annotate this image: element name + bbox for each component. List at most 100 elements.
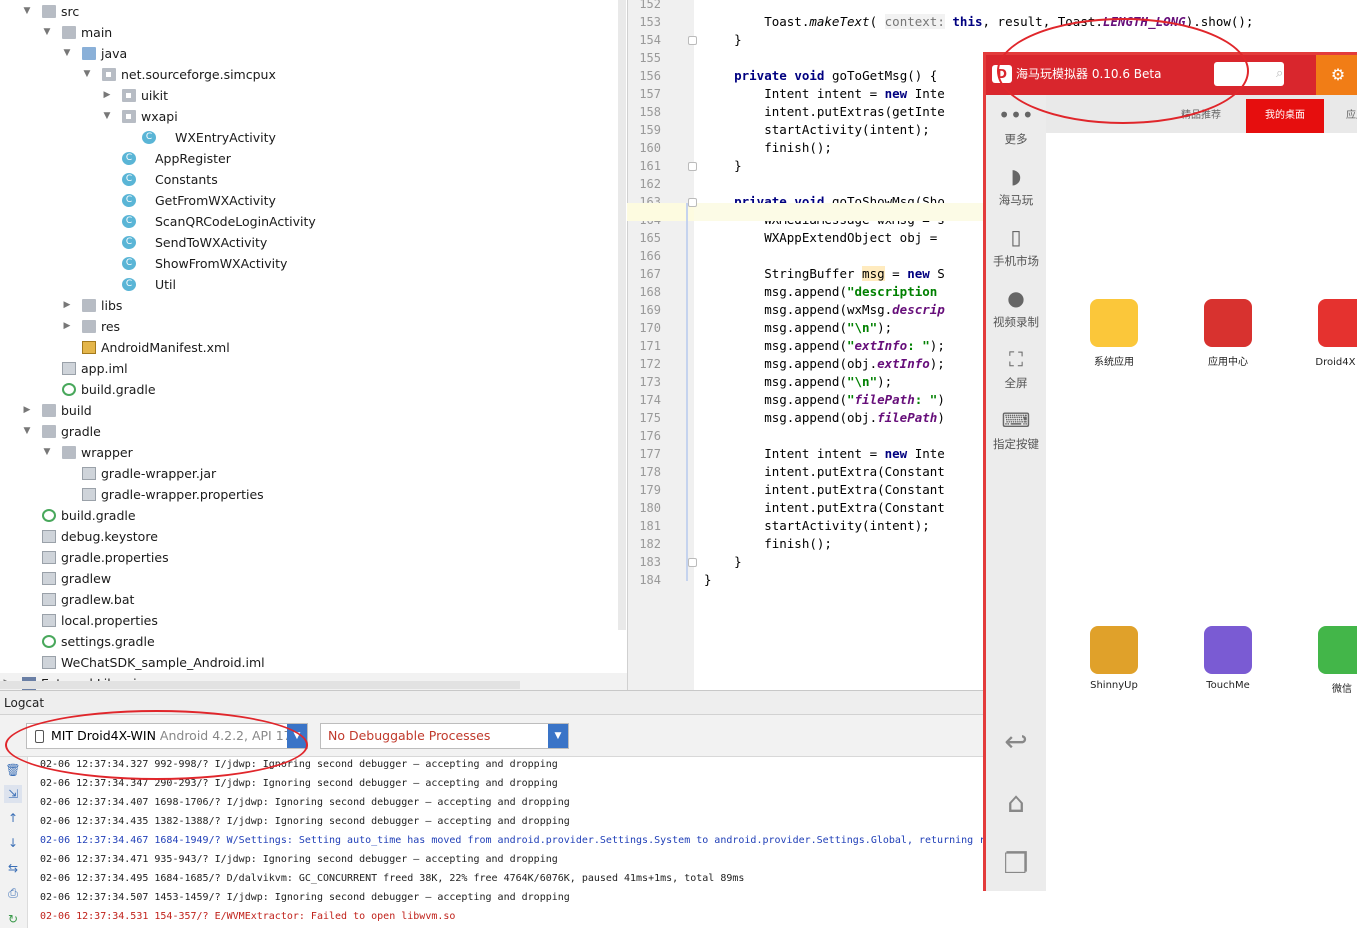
tree-item[interactable]: gradlew [0,568,627,589]
tree-item[interactable]: C SendToWXActivity [0,232,627,253]
chevron-down-icon[interactable]: ▼ [548,724,568,748]
fold-marker-icon[interactable] [688,558,697,567]
desktop-app[interactable]: 微信 [1302,626,1357,695]
chevron-down-icon[interactable]: ▼ [82,64,92,85]
code-line[interactable]: startActivity(intent); [704,517,930,535]
arrow-up-icon[interactable]: ↑ [4,809,22,827]
tree-item[interactable]: C ScanQRCodeLoginActivity [0,211,627,232]
code-line[interactable]: finish(); [704,139,832,157]
tree-item[interactable]: ▶ res [0,316,627,337]
search-icon[interactable]: ⌕ [1276,66,1283,81]
code-line[interactable]: intent.putExtra(Constant [704,481,945,499]
tree-item[interactable]: app.iml [0,358,627,379]
tree-item[interactable]: C Util [0,274,627,295]
emulator-tab[interactable]: 应用 [1336,99,1357,133]
chevron-down-icon[interactable]: ▼ [22,421,32,442]
tree-vertical-scrollbar[interactable] [618,0,626,630]
code-line[interactable]: msg.append(obj.extInfo); [704,355,945,373]
tree-item[interactable]: C WXEntryActivity [0,127,627,148]
tree-item[interactable]: gradlew.bat [0,589,627,610]
code-line[interactable]: Intent intent = new Inte [704,445,945,463]
chevron-down-icon[interactable]: ▼ [42,22,52,43]
tree-item[interactable]: WeChatSDK_sample_Android.iml [0,652,627,673]
soft-wrap-icon[interactable]: ⇆ [4,859,22,877]
tree-item[interactable]: C Constants [0,169,627,190]
tree-item[interactable]: C ShowFromWXActivity [0,253,627,274]
fold-marker-icon[interactable] [688,162,697,171]
arrow-down-icon[interactable]: ↓ [4,834,22,852]
tree-item[interactable]: gradle-wrapper.jar [0,463,627,484]
gear-icon[interactable]: ⚙ [1316,55,1357,95]
code-line[interactable]: WXAppExtendObject obj = [704,229,937,247]
emulator-side-button[interactable]: ▯ 手机市场 [986,225,1046,269]
code-line[interactable]: } [704,157,742,175]
code-line[interactable]: StringBuffer msg = new S [704,265,945,283]
code-line[interactable]: } [704,553,742,571]
tree-item[interactable]: build.gradle [0,505,627,526]
tree-item[interactable]: ▼ java [0,43,627,64]
chevron-down-icon[interactable]: ▼ [22,1,32,22]
tree-item[interactable]: gradle-wrapper.properties [0,484,627,505]
desktop-app[interactable]: ShinnyUp [1074,626,1154,691]
tree-item[interactable]: ▼ net.sourceforge.simcpux [0,64,627,85]
code-line[interactable]: } [704,31,742,49]
code-line[interactable]: } [704,571,712,589]
desktop-app[interactable]: 应用中心 [1188,299,1268,368]
code-line[interactable]: private void goToGetMsg() { [704,67,937,85]
restart-icon[interactable]: ↻ [4,910,22,928]
code-line[interactable]: finish(); [704,535,832,553]
tree-item[interactable]: C AppRegister [0,148,627,169]
tree-item[interactable]: ▼ gradle [0,421,627,442]
tree-item[interactable]: gradle.properties [0,547,627,568]
recent-apps-icon[interactable]: ❐ [986,847,1046,880]
tree-item[interactable]: ▼ main [0,22,627,43]
code-line[interactable]: startActivity(intent); [704,121,930,139]
emulator-side-button[interactable]: ⌨ 指定按键 [986,408,1046,452]
code-line[interactable]: msg.append("description [704,283,937,301]
tree-item[interactable]: local.properties [0,610,627,631]
emulator-tab[interactable]: 我的桌面 [1246,99,1324,133]
tree-item[interactable]: AndroidManifest.xml [0,337,627,358]
code-line[interactable]: msg.append("filePath: ") [704,391,945,409]
code-line[interactable]: msg.append("\n"); [704,319,892,337]
chevron-down-icon[interactable]: ▼ [62,43,72,64]
chevron-right-icon[interactable]: ▶ [22,400,32,421]
tree-item[interactable]: build.gradle [0,379,627,400]
emulator-side-button[interactable]: ◗ 海马玩 [986,164,1046,208]
process-select[interactable]: No Debuggable Processes ▼ [320,723,569,749]
fold-marker-icon[interactable] [688,36,697,45]
chevron-right-icon[interactable]: ▶ [62,295,72,316]
code-line[interactable]: msg.append(obj.filePath) [704,409,945,427]
tree-item[interactable]: ▶ libs [0,295,627,316]
tree-horizontal-scrollbar[interactable] [0,681,520,689]
code-line[interactable]: msg.append("\n"); [704,373,892,391]
tree-item[interactable]: ▶ build [0,400,627,421]
trash-icon[interactable]: 🗑 [4,761,22,779]
chevron-down-icon[interactable]: ▼ [102,106,112,127]
code-line[interactable]: intent.putExtras(getInte [704,103,945,121]
tree-item[interactable]: settings.gradle [0,631,627,652]
desktop-app[interactable]: Droid4X 启 [1302,299,1357,368]
chevron-down-icon[interactable]: ▼ [42,442,52,463]
code-line[interactable]: intent.putExtra(Constant [704,499,945,517]
code-line[interactable]: intent.putExtra(Constant [704,463,945,481]
back-icon[interactable]: ↩ [986,725,1046,758]
desktop-app[interactable]: TouchMe [1188,626,1268,691]
code-line[interactable]: Intent intent = new Inte [704,85,945,103]
print-icon[interactable]: ⎙ [4,884,22,902]
emulator-side-button[interactable]: ⛶ 全屏 [986,347,1046,391]
tree-item[interactable]: C GetFromWXActivity [0,190,627,211]
tree-item[interactable]: debug.keystore [0,526,627,547]
emulator-side-button[interactable]: ● 视频录制 [986,286,1046,330]
scroll-to-end-icon[interactable]: ⇲ [4,785,22,803]
tree-item[interactable]: ▼ wxapi [0,106,627,127]
desktop-app[interactable]: 系统应用 [1074,299,1154,368]
chevron-right-icon[interactable]: ▶ [102,85,112,106]
home-icon[interactable]: ⌂ [986,786,1046,819]
tree-item[interactable]: ▶ uikit [0,85,627,106]
chevron-right-icon[interactable]: ▶ [62,316,72,337]
tree-item[interactable]: ▼ src [0,1,627,22]
code-line[interactable]: msg.append("extInfo: "); [704,337,945,355]
fold-marker-icon[interactable] [688,198,697,207]
tree-item[interactable]: ▼ wrapper [0,442,627,463]
